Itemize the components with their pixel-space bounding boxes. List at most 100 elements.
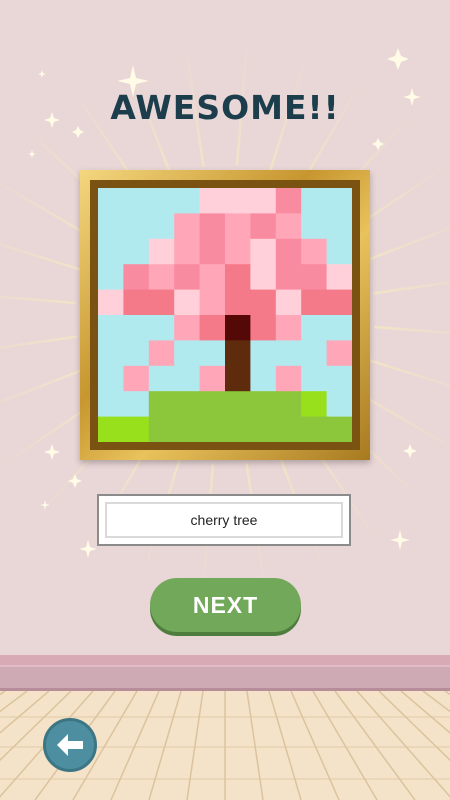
pixel-cell bbox=[225, 315, 251, 341]
baseboard-top bbox=[0, 655, 450, 665]
pixel-cell bbox=[301, 365, 328, 392]
pixel-cell bbox=[199, 213, 226, 240]
pixel-cell bbox=[301, 340, 328, 367]
pixel-cell bbox=[123, 238, 150, 265]
pixel-cell bbox=[98, 340, 124, 367]
pixel-cell bbox=[123, 416, 150, 442]
pixel-cell bbox=[199, 391, 226, 418]
pixel-cell bbox=[98, 238, 124, 265]
pixel-cell bbox=[275, 289, 302, 316]
pixel-cell bbox=[225, 213, 251, 240]
pixel-cell bbox=[174, 340, 201, 367]
pixel-cell bbox=[326, 391, 352, 418]
pixel-cell bbox=[123, 340, 150, 367]
pixel-cell bbox=[326, 340, 352, 367]
pixel-cell bbox=[301, 264, 328, 291]
pixel-cell bbox=[250, 416, 277, 442]
pixel-cell bbox=[275, 365, 302, 392]
pixel-cell bbox=[326, 289, 352, 316]
back-button[interactable] bbox=[43, 718, 97, 772]
pixel-cell bbox=[148, 264, 175, 291]
pixel-cell bbox=[250, 365, 277, 392]
pixel-cell bbox=[250, 340, 277, 367]
pixel-cell bbox=[225, 264, 251, 291]
artwork-name-box: cherry tree bbox=[97, 494, 351, 546]
pixel-cell bbox=[225, 238, 251, 265]
pixel-cell bbox=[275, 416, 302, 442]
pixel-cell bbox=[250, 264, 277, 291]
pixel-cell bbox=[98, 188, 124, 214]
pixel-cell bbox=[301, 289, 328, 316]
pixel-cell bbox=[174, 365, 201, 392]
pixel-cell bbox=[98, 289, 124, 316]
pixel-cell bbox=[174, 213, 201, 240]
pixel-cell bbox=[148, 188, 175, 214]
pixel-cell bbox=[199, 289, 226, 316]
artwork-canvas bbox=[98, 188, 352, 442]
pixel-cell bbox=[148, 289, 175, 316]
pixel-cell bbox=[225, 340, 251, 367]
pixel-cell bbox=[98, 365, 124, 392]
pixel-cell bbox=[250, 238, 277, 265]
pixel-cell bbox=[275, 340, 302, 367]
pixel-cell bbox=[250, 289, 277, 316]
pixel-cell bbox=[174, 289, 201, 316]
pixel-cell bbox=[301, 416, 328, 442]
pixel-cell bbox=[148, 416, 175, 442]
pixel-cell bbox=[199, 340, 226, 367]
pixel-cell bbox=[199, 365, 226, 392]
pixel-cell bbox=[275, 188, 302, 214]
pixel-cell bbox=[326, 238, 352, 265]
pixel-cell bbox=[174, 416, 201, 442]
pixel-cell bbox=[225, 365, 251, 392]
back-arrow-icon bbox=[57, 734, 83, 756]
pixel-cell bbox=[275, 315, 302, 341]
pixel-cell bbox=[199, 264, 226, 291]
pixel-cell bbox=[174, 188, 201, 214]
pixel-cell bbox=[148, 391, 175, 418]
pixel-cell bbox=[123, 188, 150, 214]
pixel-cell bbox=[225, 188, 251, 214]
pixel-cell bbox=[123, 365, 150, 392]
pixel-artwork bbox=[98, 188, 352, 442]
pixel-cell bbox=[98, 264, 124, 291]
pixel-cell bbox=[301, 238, 328, 265]
baseboard bbox=[0, 665, 450, 691]
pixel-cell bbox=[301, 315, 328, 341]
pixel-cell bbox=[225, 289, 251, 316]
pixel-cell bbox=[148, 213, 175, 240]
pixel-cell bbox=[275, 264, 302, 291]
pixel-cell bbox=[250, 315, 277, 341]
pixel-cell bbox=[148, 340, 175, 367]
pixel-cell bbox=[123, 315, 150, 341]
pixel-cell bbox=[225, 416, 251, 442]
pixel-cell bbox=[98, 213, 124, 240]
pixel-cell bbox=[174, 264, 201, 291]
pixel-cell bbox=[174, 391, 201, 418]
pixel-cell bbox=[148, 315, 175, 341]
pixel-cell bbox=[250, 188, 277, 214]
pixel-cell bbox=[174, 315, 201, 341]
pixel-cell bbox=[275, 213, 302, 240]
pixel-cell bbox=[199, 188, 226, 214]
artwork-name: cherry tree bbox=[105, 502, 343, 538]
pixel-cell bbox=[199, 238, 226, 265]
pixel-cell bbox=[326, 264, 352, 291]
pixel-cell bbox=[148, 365, 175, 392]
pixel-cell bbox=[250, 391, 277, 418]
pixel-cell bbox=[98, 315, 124, 341]
pixel-cell bbox=[326, 416, 352, 442]
pixel-cell bbox=[301, 391, 328, 418]
pixel-cell bbox=[301, 188, 328, 214]
pixel-cell bbox=[225, 391, 251, 418]
pixel-cell bbox=[174, 238, 201, 265]
pixel-cell bbox=[326, 365, 352, 392]
next-button[interactable]: NEXT bbox=[150, 578, 301, 632]
pixel-cell bbox=[301, 213, 328, 240]
pixel-cell bbox=[275, 391, 302, 418]
pixel-cell bbox=[275, 238, 302, 265]
pixel-cell bbox=[123, 289, 150, 316]
game-stage: AWESOME!! cherry tree NEXT bbox=[0, 0, 450, 800]
pixel-cell bbox=[123, 391, 150, 418]
pixel-cell bbox=[326, 315, 352, 341]
